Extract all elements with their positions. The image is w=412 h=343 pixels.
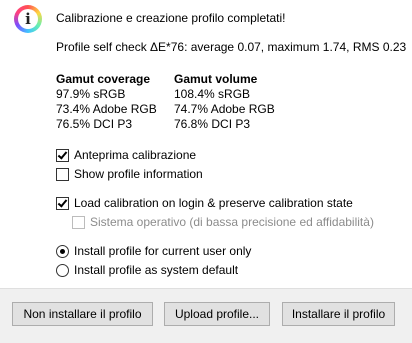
install-profile-button[interactable]: Installare il profilo [282,302,395,326]
load-calibration-option[interactable]: Load calibration on login & preserve cal… [56,196,353,210]
info-icon: i [14,5,42,33]
install-system-default-option[interactable]: Install profile as system default [56,263,238,277]
install-system-default-radio[interactable] [56,263,69,277]
preview-calibration-option[interactable]: Anteprima calibrazione [56,148,196,162]
profile-self-check-text: Profile self check ΔE*76: average 0.07, … [56,40,407,54]
dont-install-profile-button[interactable]: Non installare il profilo [12,302,153,326]
install-current-user-label: Install profile for current user only [74,244,252,258]
install-current-user-option[interactable]: Install profile for current user only [56,244,251,258]
info-icon-glyph: i [18,9,38,29]
gamut-coverage-dci-p3: 76.5% DCI P3 [56,117,133,131]
gamut-coverage-section: Gamut coverage 97.9% sRGB 73.4% Adobe RG… [56,72,157,132]
install-system-default-label: Install profile as system default [74,263,239,277]
show-profile-information-label: Show profile information [74,167,203,181]
show-profile-information-option[interactable]: Show profile information [56,167,203,181]
show-profile-information-checkbox[interactable] [56,167,69,181]
gamut-volume-dci-p3: 76.8% DCI P3 [174,117,251,131]
gamut-coverage-heading: Gamut coverage [56,72,151,86]
gamut-volume-section: Gamut volume 108.4% sRGB 74.7% Adobe RGB… [174,72,275,132]
operating-system-checkbox [72,215,85,229]
dialog-title: Calibrazione e creazione profilo complet… [56,11,286,25]
gamut-coverage-adobe-rgb: 73.4% Adobe RGB [56,102,157,116]
install-current-user-radio[interactable] [56,244,69,258]
gamut-volume-heading: Gamut volume [174,72,258,86]
preview-calibration-checkbox[interactable] [56,148,69,162]
gamut-volume-srgb: 108.4% sRGB [174,87,251,101]
preview-calibration-label: Anteprima calibrazione [74,148,197,162]
dialog-content: i Calibrazione e creazione profilo compl… [0,0,412,288]
operating-system-option: Sistema operativo (di bassa precisione e… [72,215,374,229]
gamut-coverage-srgb: 97.9% sRGB [56,87,126,101]
load-calibration-checkbox[interactable] [56,196,69,210]
operating-system-label: Sistema operativo (di bassa precisione e… [90,215,374,229]
gamut-volume-adobe-rgb: 74.7% Adobe RGB [174,102,275,116]
load-calibration-label: Load calibration on login & preserve cal… [74,196,353,210]
upload-profile-button[interactable]: Upload profile... [164,302,270,326]
